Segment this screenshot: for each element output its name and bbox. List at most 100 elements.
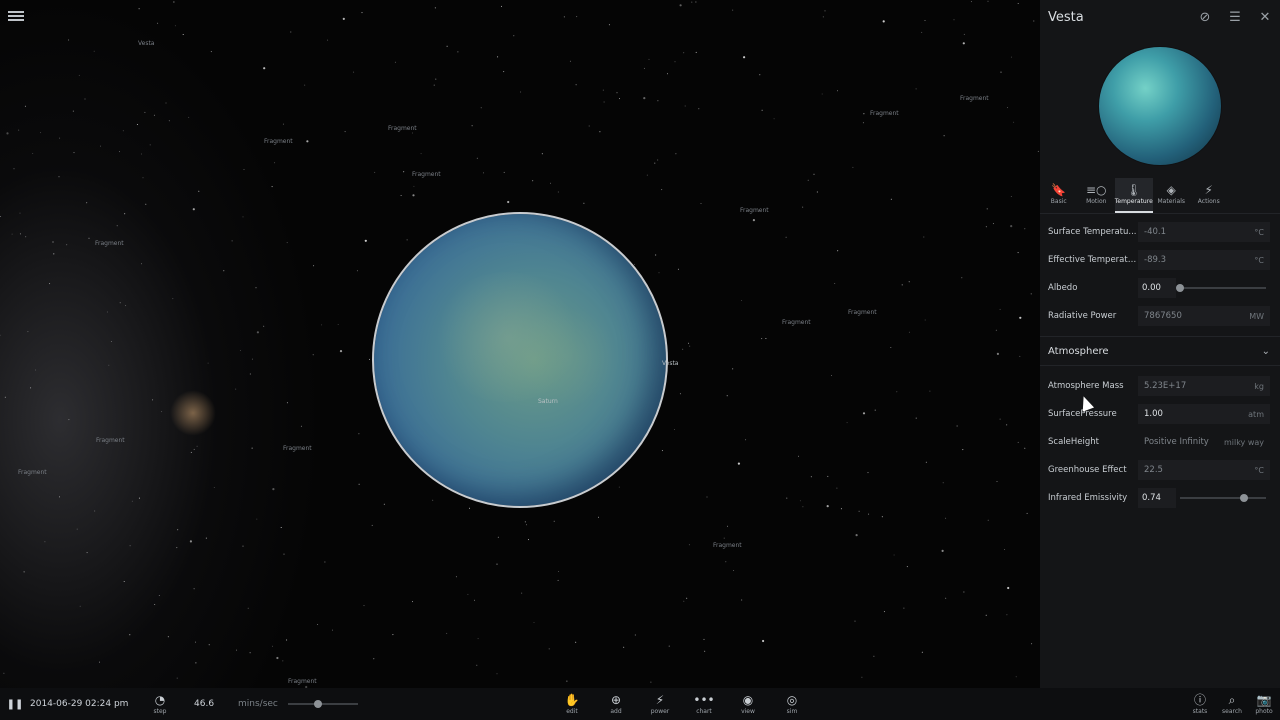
effective-temperature-row: Effective Temperatu... -89.3 °C [1040,246,1280,274]
scale-height-label: ScaleHeight [1048,437,1099,447]
star-glow [170,390,216,436]
fragment-label[interactable]: Fragment [848,309,877,316]
photo-button[interactable]: 📷 photo [1248,693,1280,715]
tab-materials[interactable]: ◈ Materials [1153,178,1191,213]
tool-buttons: ✋ edit ⊕ add ⚡ power ••• chart ◉ view ◎ sim [550,693,814,715]
search-icon: ⌕ [1228,693,1236,707]
step-button[interactable]: ◔ step [140,693,180,715]
tool-label: chart [696,708,712,715]
surface-temperature-label: Surface Temperatu... [1048,227,1137,237]
right-tool-buttons: ⓘ stats ⌕ search 📷 photo [1184,693,1280,715]
tool-label: view [741,708,755,715]
atmosphere-mass-row: Atmosphere Mass 5.23E+17 kg [1040,372,1280,400]
tab-temperature[interactable]: 🌡 Temperature [1115,178,1153,213]
fragment-label[interactable]: Fragment [264,138,293,145]
list-icon[interactable]: ☰ [1220,2,1250,32]
fragment-label[interactable]: Fragment [412,171,441,178]
chevron-down-icon[interactable]: ⌄ [1262,346,1270,357]
radiative-power-field[interactable]: 7867650 MW [1138,306,1270,326]
atmosphere-mass-field[interactable]: 5.23E+17 kg [1138,376,1270,396]
surface-pressure-field[interactable]: 1.00 atm [1138,404,1270,424]
hamburger-menu-icon[interactable] [8,9,24,23]
view-button[interactable]: ◉ view [726,693,770,715]
pause-icon[interactable]: ❚❚ [0,699,30,710]
tool-label: search [1222,708,1242,715]
materials-icon: ◈ [1166,183,1176,197]
speed-slider-knob[interactable] [314,700,322,708]
fragment-label[interactable]: Fragment [288,678,317,685]
scale-height-row: ScaleHeight Positive Infinity milky way [1040,428,1280,456]
tool-label: edit [566,708,578,715]
eye-icon: ◉ [742,693,754,707]
albedo-knob[interactable] [1176,284,1184,292]
object-thumbnail [1040,34,1280,178]
chart-button[interactable]: ••• chart [682,693,726,715]
body-label[interactable]: Vesta [662,360,679,367]
tab-label: Basic [1050,198,1067,205]
fragment-label[interactable]: Fragment [96,437,125,444]
fragment-label[interactable]: Fragment [95,240,124,247]
fragment-label[interactable]: Fragment [713,542,742,549]
tab-motion[interactable]: ≡○ Motion [1078,178,1116,213]
atmosphere-section-header[interactable]: Atmosphere ⌄ [1040,336,1280,366]
effective-temperature-field[interactable]: -89.3 °C [1138,250,1270,270]
stats-button[interactable]: ⓘ stats [1184,693,1216,715]
hide-icon[interactable]: ⊘ [1190,2,1220,32]
lightning-icon: ⚡ [1204,183,1213,197]
edit-button[interactable]: ✋ edit [550,693,594,715]
body-label[interactable]: Saturn [538,398,558,405]
tab-label: Actions [1197,198,1220,205]
surface-temperature-field[interactable]: -40.1 °C [1138,222,1270,242]
fragment-label[interactable]: Fragment [960,95,989,102]
planet-thumbnail [1099,47,1221,165]
bookmark-icon: 🔖 [1051,183,1067,197]
fragment-label[interactable]: Fragment [870,110,899,117]
close-icon[interactable]: ✕ [1250,2,1280,32]
infrared-emissivity-value[interactable]: 0.74 [1138,488,1176,508]
fragment-label[interactable]: Fragment [740,207,769,214]
body-label[interactable]: Vesta [138,40,155,47]
tab-basic[interactable]: 🔖 Basic [1040,178,1078,213]
infrared-emissivity-track[interactable] [1180,494,1266,502]
albedo-track[interactable] [1176,284,1266,292]
greenhouse-effect-label: Greenhouse Effect [1048,465,1127,475]
greenhouse-effect-row: Greenhouse Effect 22.5 °C [1040,456,1280,484]
power-button[interactable]: ⚡ power [638,693,682,715]
panel-title: Vesta [1048,9,1084,25]
infrared-emissivity-row: Infrared Emissivity 0.74 [1040,484,1280,512]
tab-actions[interactable]: ⚡ Actions [1190,178,1228,213]
atmosphere-mass-label: Atmosphere Mass [1048,381,1124,391]
hand-icon: ✋ [564,693,580,707]
albedo-row: Albedo 0.00 [1040,274,1280,302]
albedo-slider[interactable]: 0.00 [1138,278,1270,298]
effective-temperature-label: Effective Temperatu... [1048,255,1138,265]
scale-height-field[interactable]: Positive Infinity milky way [1138,432,1270,452]
sim-button[interactable]: ◎ sim [770,693,814,715]
infrared-emissivity-knob[interactable] [1239,494,1248,502]
space-viewport[interactable]: Vesta Fragment Fragment Fragment Fragmen… [0,0,1040,688]
fragment-label[interactable]: Fragment [18,469,47,476]
add-button[interactable]: ⊕ add [594,693,638,715]
search-button[interactable]: ⌕ search [1216,693,1248,715]
tool-label: add [610,708,622,715]
greenhouse-effect-field[interactable]: 22.5 °C [1138,460,1270,480]
speed-slider[interactable] [288,700,358,708]
thermometer-icon: 🌡 [1126,183,1142,197]
surface-pressure-row: SurfacePressure 1.00 atm [1040,400,1280,428]
infrared-emissivity-slider[interactable]: 0.74 [1138,488,1270,508]
fragment-label[interactable]: Fragment [283,445,312,452]
atmosphere-section-title: Atmosphere [1048,345,1109,357]
speed-unit: mins/sec [238,699,278,709]
bottom-toolbar: ❚❚ 2014-06-29 02:24 pm ◔ step 46.6 mins/s… [0,688,1280,720]
tab-label: Motion [1086,198,1107,205]
power-icon: ⚡ [655,693,665,707]
add-icon: ⊕ [610,693,622,707]
tool-label: stats [1192,708,1208,715]
tool-label: photo [1255,708,1273,715]
fragment-label[interactable]: Fragment [782,319,811,326]
selected-planet[interactable]: Saturn Vesta [372,212,679,508]
albedo-value[interactable]: 0.00 [1138,278,1176,298]
camera-icon: 📷 [1256,693,1272,707]
tab-label: Materials [1157,198,1185,205]
fragment-label[interactable]: Fragment [388,125,417,132]
